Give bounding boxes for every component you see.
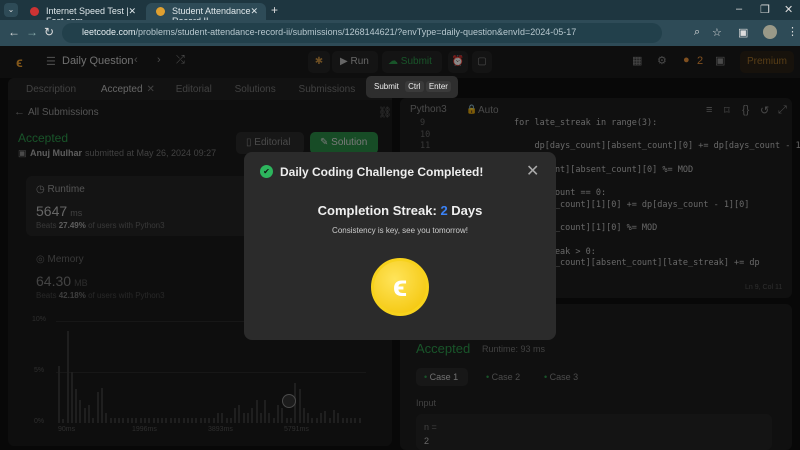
browser-tab-fast[interactable]: Internet Speed Test | Fast.com✕ — [20, 3, 144, 26]
leetcode-favicon-icon — [156, 7, 165, 16]
browser-tab-bar: ⌄ Internet Speed Test | Fast.com✕ Studen… — [0, 0, 800, 26]
daily-challenge-modal: ✔ Daily Coding Challenge Completed! ✕ Co… — [244, 152, 556, 340]
maximize-button[interactable]: ❐ — [760, 3, 770, 16]
streak-unit: Days — [451, 203, 483, 218]
submit-tooltip: Submit Ctrl Enter — [366, 76, 458, 98]
address-bar-row: ← → ↻ leetcode.com/problems/student-atte… — [0, 20, 800, 46]
menu-icon[interactable]: ⋮ — [787, 25, 798, 38]
key-ctrl: Ctrl — [405, 81, 424, 92]
leetcode-coin-icon: ϵ — [371, 258, 429, 316]
streak-line: Completion Streak: 2 Days — [244, 203, 556, 218]
reload-icon[interactable]: ↻ — [44, 25, 54, 39]
fast-favicon-icon — [30, 7, 39, 16]
tooltip-label: Submit — [374, 82, 399, 91]
modal-title: Daily Coding Challenge Completed! — [280, 165, 484, 179]
close-tab-icon[interactable]: ✕ — [128, 6, 136, 17]
streak-label: Completion Streak: — [317, 203, 437, 218]
key-enter: Enter — [425, 81, 451, 92]
tab-list-button[interactable]: ⌄ — [4, 3, 18, 17]
back-icon[interactable]: ← — [8, 25, 20, 39]
check-circle-icon: ✔ — [260, 165, 273, 178]
zoom-icon[interactable]: ⌕ — [694, 26, 700, 39]
browser-tab-leetcode[interactable]: Student Attendance Record II✕ — [146, 3, 266, 26]
new-tab-button[interactable]: + — [271, 3, 278, 17]
forward-icon[interactable]: → — [26, 25, 38, 39]
extensions-icon[interactable]: ▣ — [738, 26, 748, 39]
bookmark-star-icon[interactable]: ☆ — [712, 26, 722, 39]
close-window-button[interactable]: ✕ — [784, 3, 793, 16]
streak-value: 2 — [440, 203, 448, 218]
modal-message: Consistency is key, see you tomorrow! — [332, 226, 468, 235]
profile-avatar[interactable] — [763, 25, 777, 39]
close-modal-icon[interactable]: ✕ — [526, 161, 539, 181]
url-input[interactable]: leetcode.com/problems/student-attendance… — [62, 23, 662, 43]
close-tab-icon[interactable]: ✕ — [250, 6, 258, 17]
minimize-button[interactable]: – — [736, 3, 742, 15]
